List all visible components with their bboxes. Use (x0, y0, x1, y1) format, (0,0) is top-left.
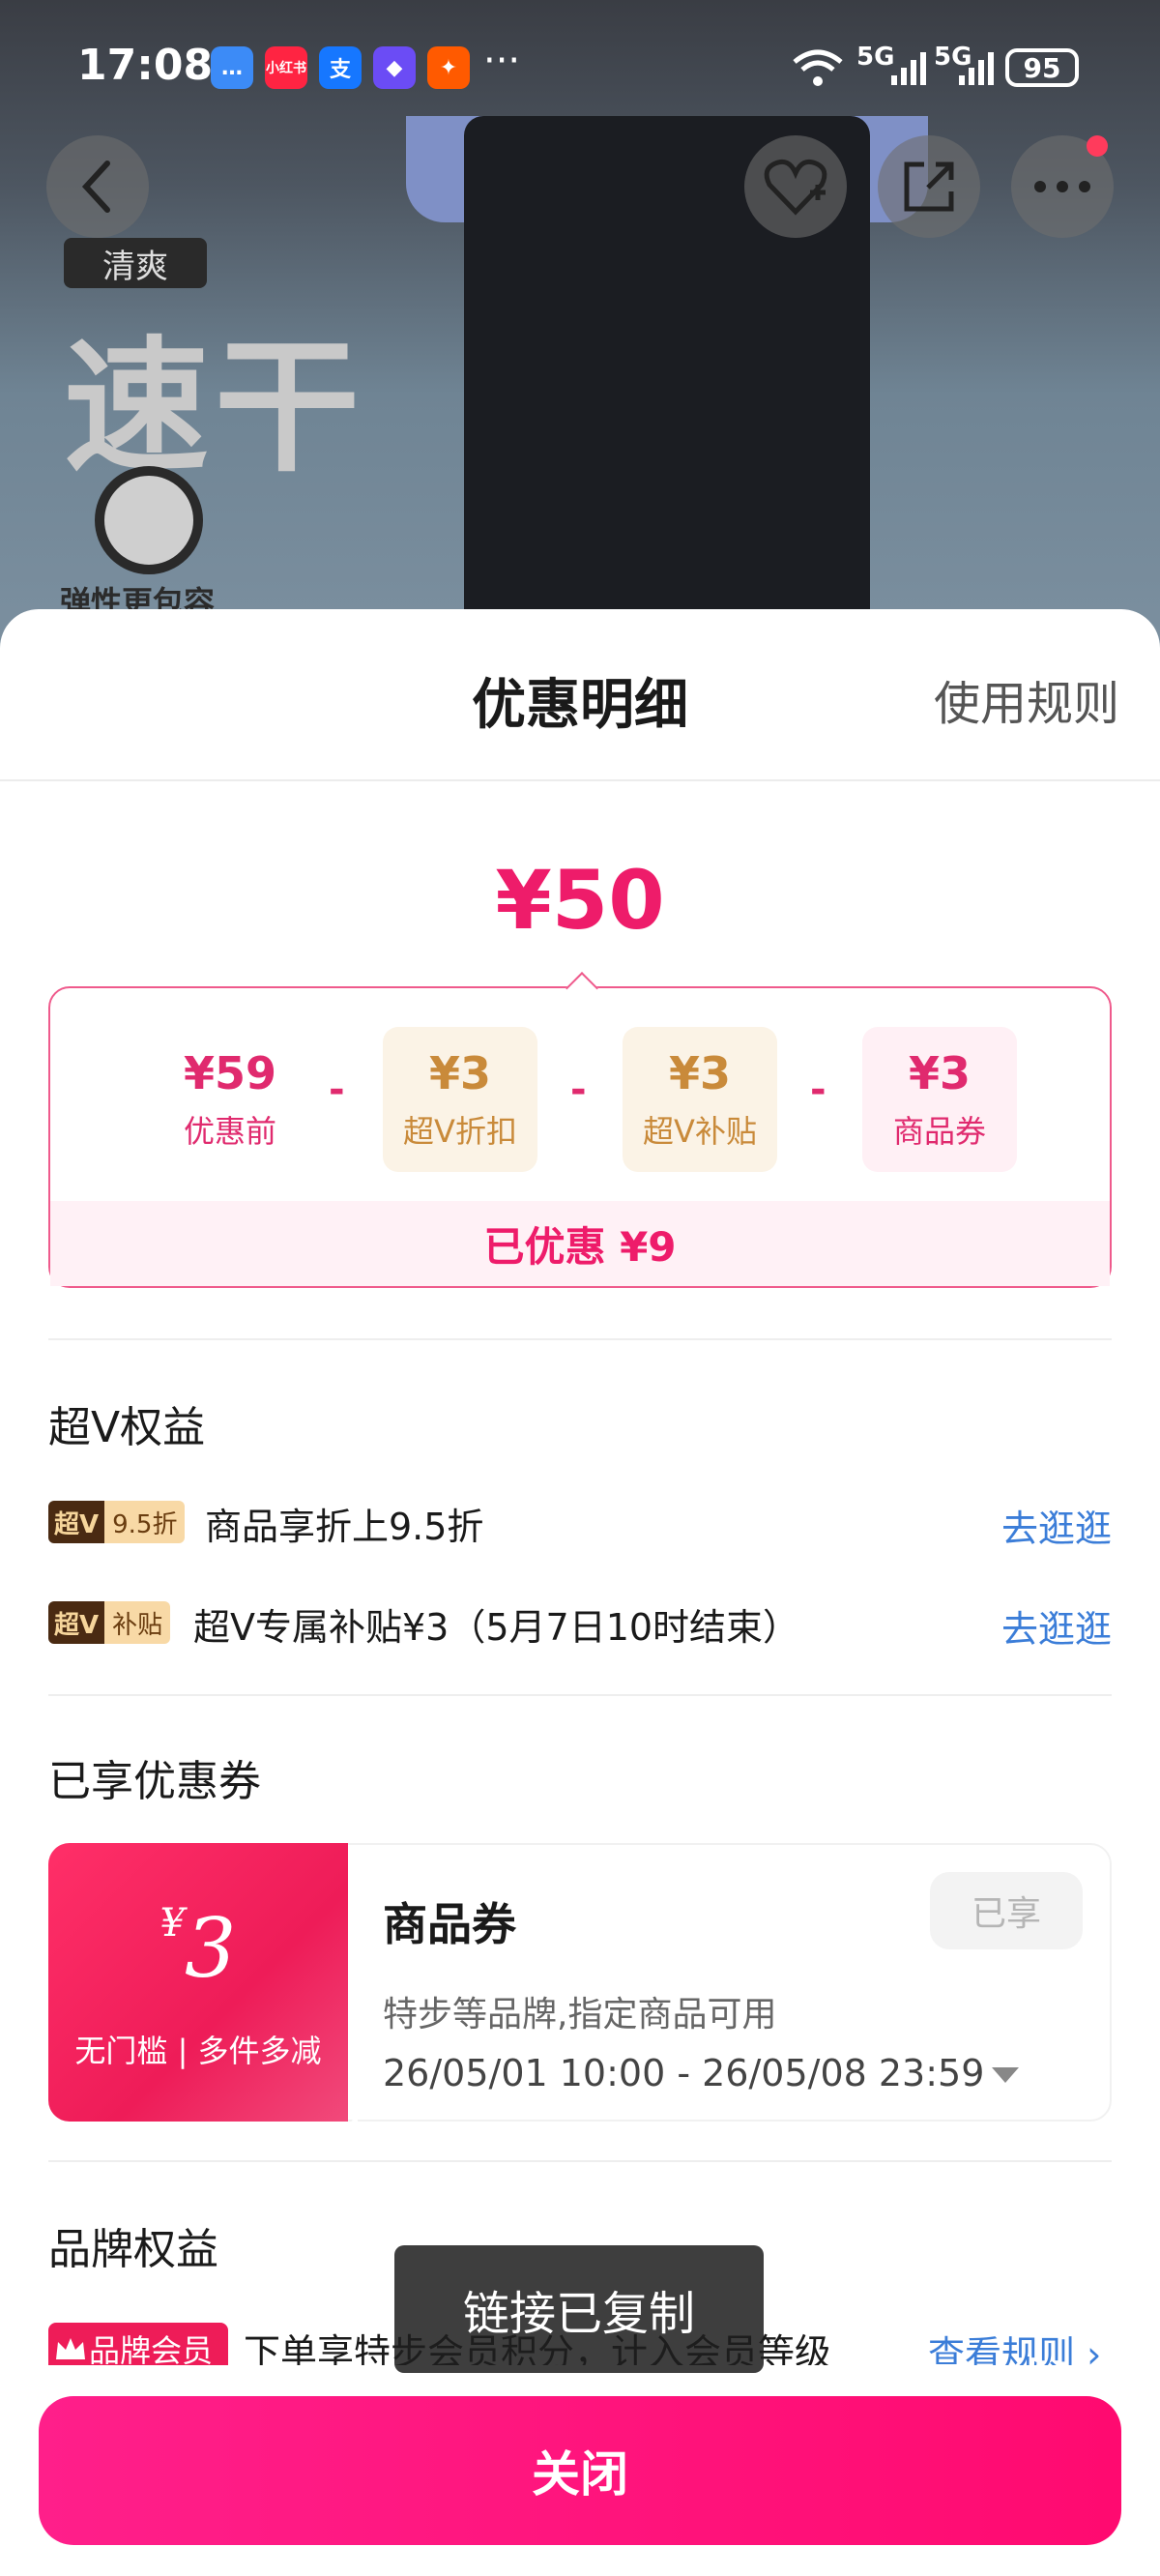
heart-plus-icon (764, 159, 827, 216)
notification-dot (1087, 135, 1108, 157)
breakdown-original: ¥59 优惠前 (183, 1047, 277, 1150)
divider (48, 2160, 1112, 2162)
alipay-icon: 支 (319, 46, 362, 89)
superv-subsidy-badge: 超V 补贴 (48, 1601, 171, 1644)
signal-bars-icon (891, 52, 926, 85)
banner-tag: 清爽 (64, 238, 207, 288)
share-button[interactable] (878, 135, 980, 238)
favorite-button[interactable] (744, 135, 847, 238)
coupon-amount-value: 3 (185, 1901, 237, 1996)
status-time: 17:08 (77, 41, 214, 90)
superv-discount-shop-link[interactable]: 去逛逛 (1001, 1499, 1112, 1552)
more-notifications-icon: ··· (483, 39, 521, 83)
coupon-name: 商品券 (383, 1898, 516, 1950)
status-bar: 17:08 … 小红书 支 ◆ ✦ ··· 5G 5G 95 (0, 0, 1160, 116)
coupon-validity: 26/05/01 10:00 - 26/05/08 23:59 (383, 2052, 985, 2094)
wifi-icon (793, 49, 843, 86)
superv-subsidy-text: 超V专属补贴¥3（5月7日10时结束） (193, 1606, 800, 1649)
xiaohongshu-icon: 小红书 (265, 46, 307, 89)
coupon-description: 特步等品牌,指定商品可用 (383, 1995, 777, 2034)
saved-total: 已优惠 ¥9 (50, 1201, 1110, 1286)
coupon-amount: ¥3 (48, 1901, 348, 1996)
signal-bars-2-icon (959, 52, 994, 85)
superv-discount-badge: 超V 9.5折 (48, 1501, 186, 1543)
stretch-feature-icon (95, 466, 203, 574)
superv-section-title: 超V权益 (48, 1403, 206, 1452)
superv-discount-text: 商品享折上9.5折 (205, 1506, 484, 1548)
close-button[interactable]: 关闭 (39, 2396, 1121, 2545)
back-button[interactable] (46, 135, 149, 238)
expand-caret-icon[interactable] (992, 2067, 1019, 2083)
coupon-currency: ¥ (160, 1901, 185, 1946)
more-dots-icon (1034, 181, 1090, 192)
minus-sign: - (570, 1068, 587, 1112)
divider (0, 779, 1160, 781)
superv-subsidy-shop-link[interactable]: 去逛逛 (1001, 1599, 1112, 1653)
divider (48, 1338, 1112, 1340)
breakdown-product-coupon: ¥3 商品券 (862, 1027, 1017, 1172)
breakdown-superv-discount: ¥3 超V折扣 (383, 1027, 537, 1172)
diamond-app-icon: ◆ (373, 46, 416, 89)
chevron-left-icon (81, 161, 110, 213)
message-icon: … (211, 46, 253, 89)
final-price: ¥50 (495, 853, 665, 948)
breakdown-superv-subsidy: ¥3 超V补贴 (623, 1027, 777, 1172)
battery-icon: 95 (1005, 48, 1079, 87)
brand-section-title: 品牌权益 (48, 2225, 218, 2274)
coupon-condition: 无门槛 | 多件多减 (74, 2033, 322, 2069)
banner-headline: 速干 (64, 324, 366, 492)
usage-rules-link[interactable]: 使用规则 (934, 665, 1119, 733)
crown-icon (56, 2338, 85, 2359)
minus-sign: - (810, 1068, 826, 1112)
coupon-status-badge: 已享 (930, 1872, 1083, 1949)
share-icon (904, 161, 954, 212)
link-copied-toast: 链接已复制 (394, 2245, 764, 2373)
divider (48, 1694, 1112, 1696)
taobao-app-icon: ✦ (427, 46, 470, 89)
minus-sign: - (329, 1068, 345, 1112)
coupons-section-title: 已享优惠券 (48, 1757, 261, 1806)
